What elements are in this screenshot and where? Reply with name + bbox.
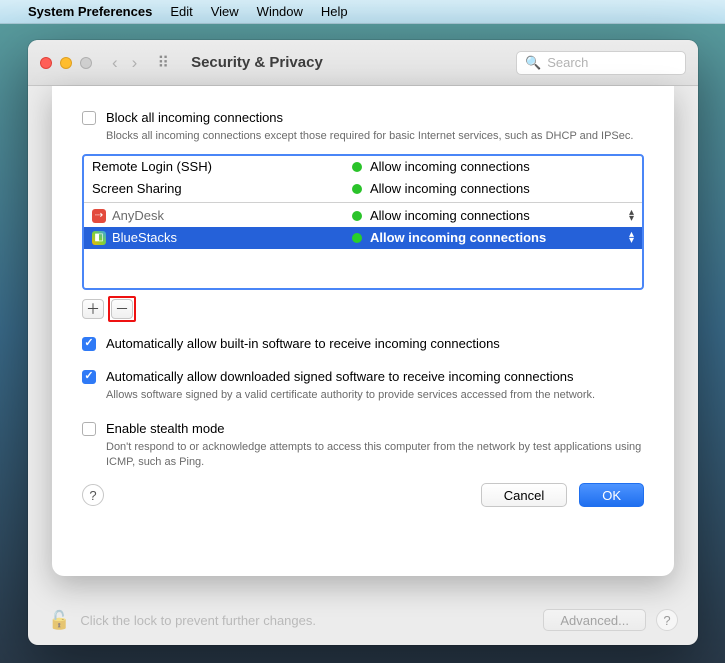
bluestacks-app-icon: ◧ [92, 231, 106, 245]
footer-help-button[interactable]: ? [656, 609, 678, 631]
list-row-app-anydesk[interactable]: ⇢ AnyDesk Allow incoming connections ▴▾ [84, 205, 642, 227]
service-name: Screen Sharing [92, 181, 182, 196]
titlebar: ‹ › ⠿ Security & Privacy 🔍 Search [28, 40, 698, 86]
lock-footer: 🔓 Click the lock to prevent further chan… [48, 609, 678, 631]
app-status: Allow incoming connections [370, 230, 546, 245]
auto-builtin-label: Automatically allow built-in software to… [106, 336, 500, 351]
block-all-row: Block all incoming connections [82, 110, 644, 125]
minimize-icon[interactable] [60, 57, 72, 69]
menu-window[interactable]: Window [257, 4, 303, 19]
status-stepper-icon[interactable]: ▴▾ [629, 210, 634, 222]
app-status: Allow incoming connections [370, 208, 530, 223]
list-row-service[interactable]: Remote Login (SSH) Allow incoming connec… [84, 156, 642, 178]
list-divider [84, 202, 642, 203]
app-name: AnyDesk [112, 208, 164, 223]
menubar: System Preferences Edit View Window Help [0, 0, 725, 24]
block-all-checkbox[interactable] [82, 111, 96, 125]
auto-builtin-checkbox[interactable] [82, 337, 96, 351]
search-icon: 🔍 [525, 55, 541, 71]
list-row-service[interactable]: Screen Sharing Allow incoming connection… [84, 178, 642, 200]
grid-icon[interactable]: ⠿ [157, 53, 169, 73]
lock-text: Click the lock to prevent further change… [80, 613, 316, 628]
nav-arrows: ‹ › [112, 53, 137, 73]
remove-button[interactable]: － [111, 299, 133, 319]
add-remove-controls: ＋ － [82, 296, 644, 322]
app-menu[interactable]: System Preferences [28, 4, 152, 19]
add-button[interactable]: ＋ [82, 299, 104, 319]
help-button[interactable]: ? [82, 484, 104, 506]
menu-view[interactable]: View [211, 4, 239, 19]
auto-signed-checkbox[interactable] [82, 370, 96, 384]
status-stepper-icon[interactable]: ▴▾ [629, 232, 634, 244]
stealth-row: Enable stealth mode [82, 421, 644, 436]
status-dot-icon [352, 211, 362, 221]
stealth-label: Enable stealth mode [106, 421, 225, 436]
service-name: Remote Login (SSH) [92, 159, 212, 174]
stealth-checkbox[interactable] [82, 422, 96, 436]
traffic-lights [40, 57, 92, 69]
advanced-button[interactable]: Advanced... [543, 609, 646, 631]
menu-edit[interactable]: Edit [170, 4, 192, 19]
block-all-desc: Blocks all incoming connections except t… [106, 129, 644, 144]
auto-signed-desc: Allows software signed by a valid certif… [106, 388, 644, 403]
ok-button[interactable]: OK [579, 483, 644, 507]
anydesk-app-icon: ⇢ [92, 209, 106, 223]
window-title: Security & Privacy [191, 54, 506, 71]
list-row-app-bluestacks[interactable]: ◧ BlueStacks Allow incoming connections … [84, 227, 642, 249]
service-status: Allow incoming connections [370, 181, 530, 196]
sheet-buttons: ? Cancel OK [82, 483, 644, 507]
menu-help[interactable]: Help [321, 4, 348, 19]
app-name: BlueStacks [112, 230, 177, 245]
maximize-icon[interactable] [80, 57, 92, 69]
auto-signed-row: Automatically allow downloaded signed so… [82, 369, 644, 384]
remove-highlight: － [108, 296, 136, 322]
status-dot-icon [352, 162, 362, 172]
lock-icon[interactable]: 🔓 [48, 610, 70, 631]
status-dot-icon [352, 233, 362, 243]
close-icon[interactable] [40, 57, 52, 69]
back-icon[interactable]: ‹ [112, 53, 118, 73]
preferences-window: ‹ › ⠿ Security & Privacy 🔍 Search Block … [28, 40, 698, 645]
search-input[interactable]: 🔍 Search [516, 51, 686, 75]
stealth-desc: Don't respond to or acknowledge attempts… [106, 440, 644, 470]
firewall-options-sheet: Block all incoming connections Blocks al… [52, 86, 674, 576]
auto-signed-label: Automatically allow downloaded signed so… [106, 369, 574, 384]
block-all-label: Block all incoming connections [106, 110, 283, 125]
service-status: Allow incoming connections [370, 159, 530, 174]
firewall-app-list: Remote Login (SSH) Allow incoming connec… [82, 154, 644, 290]
cancel-button[interactable]: Cancel [481, 483, 567, 507]
status-dot-icon [352, 184, 362, 194]
search-placeholder: Search [547, 55, 588, 70]
forward-icon[interactable]: › [132, 53, 138, 73]
auto-builtin-row: Automatically allow built-in software to… [82, 336, 644, 351]
